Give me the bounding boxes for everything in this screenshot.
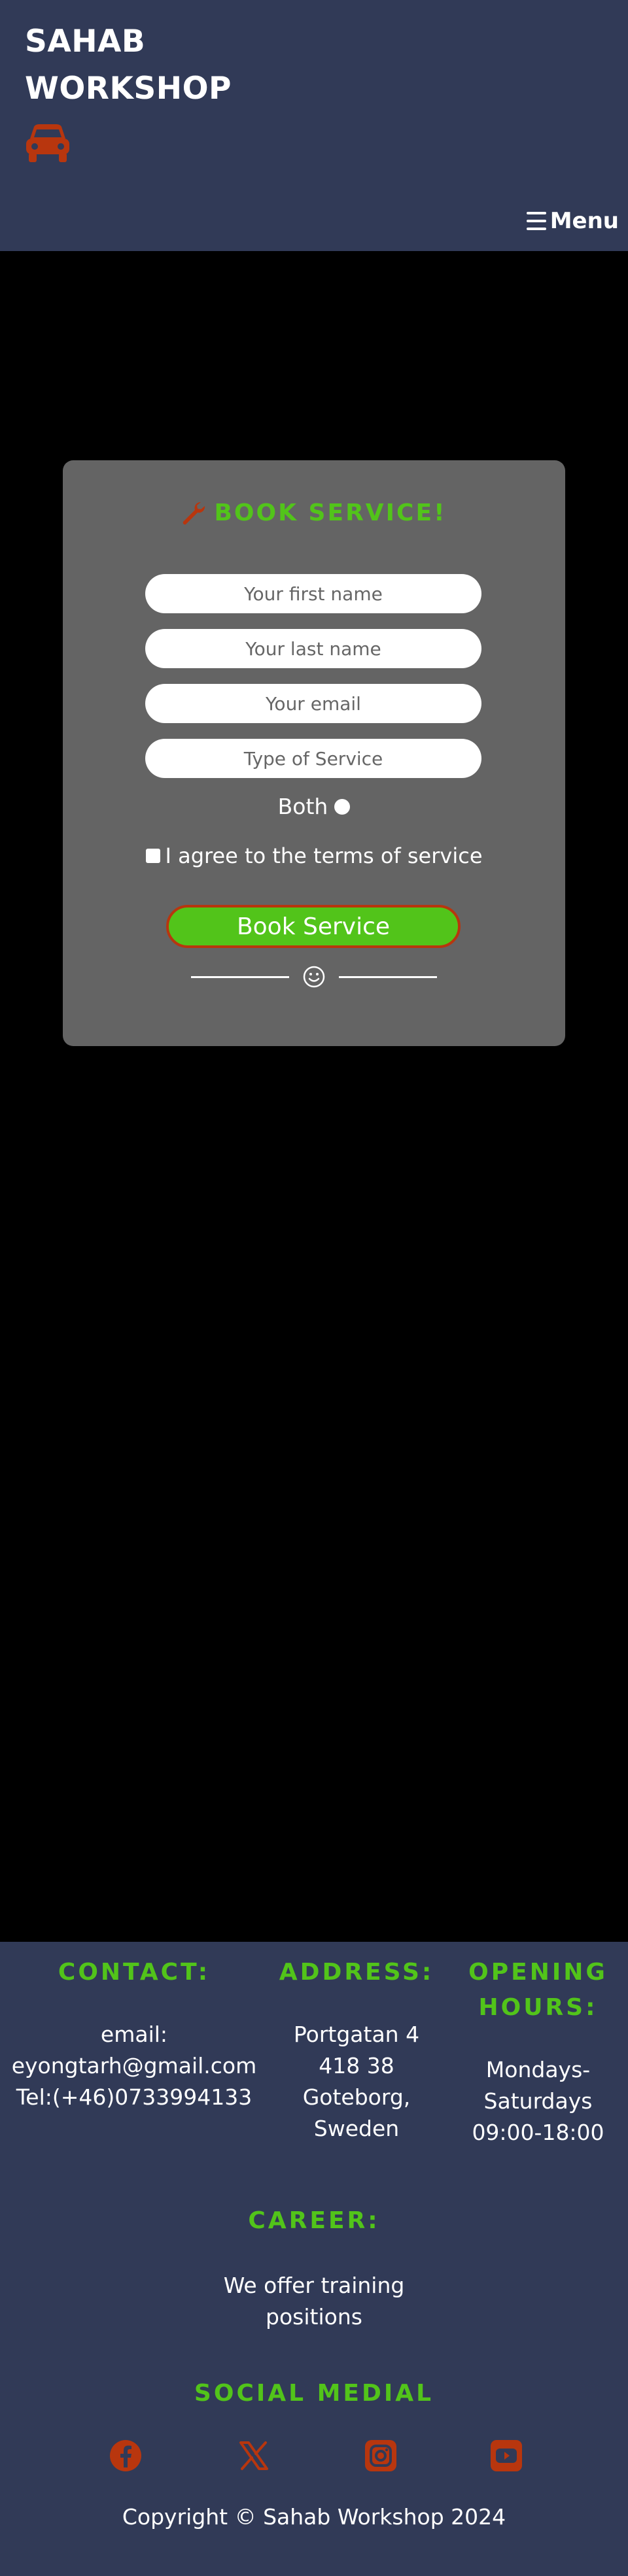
- address-info: Portgatan 4 418 38 Goteborg, Sweden: [275, 2019, 438, 2144]
- terms-checkbox[interactable]: [145, 849, 160, 863]
- address-line-4: Sweden: [313, 2116, 400, 2141]
- booking-title: BOOK SERVICE!: [63, 500, 565, 526]
- hours-line-1: Mondays-: [485, 2057, 591, 2082]
- facebook-icon[interactable]: [109, 2439, 143, 2473]
- service-type-input[interactable]: [145, 739, 481, 778]
- social-heading: SOCIAL MEDIAL: [194, 2380, 434, 2407]
- address-line-3: Goteborg,: [302, 2084, 411, 2110]
- address-heading: ADDRESS:: [279, 1959, 434, 1986]
- both-radio[interactable]: [334, 798, 351, 815]
- youtube-icon[interactable]: [489, 2439, 523, 2473]
- terms-row: I agree to the terms of service: [63, 843, 565, 868]
- contact-heading: CONTACT:: [58, 1959, 211, 1986]
- both-option: Both: [63, 794, 565, 819]
- divider-line-right: [339, 975, 437, 978]
- first-name-input[interactable]: [145, 574, 481, 613]
- form-divider: [63, 965, 565, 989]
- hamburger-icon: [526, 212, 546, 230]
- contact-info: email: eyongtarh@gmail.com Tel:(+46)0733…: [0, 2019, 268, 2113]
- divider-line-left: [191, 975, 289, 978]
- book-service-button[interactable]: Book Service: [166, 905, 461, 948]
- brand-line-2: WORKSHOP: [25, 71, 232, 107]
- contact-email[interactable]: eyongtarh@gmail.com: [0, 2050, 268, 2082]
- site-header: SAHAB WORKSHOP Menu: [0, 0, 628, 251]
- last-name-input[interactable]: [145, 629, 481, 668]
- wrench-icon: [183, 501, 205, 524]
- instagram-icon[interactable]: [364, 2439, 398, 2473]
- copyright: Copyright © Sahab Workshop 2024: [122, 2504, 506, 2530]
- address-line-2: 418 38: [319, 2053, 394, 2078]
- car-icon: [26, 124, 69, 162]
- hours-line-2: Saturdays: [483, 2088, 593, 2114]
- hours-info: Mondays- Saturdays 09:00-18:00: [458, 2054, 618, 2148]
- hours-line-3: 09:00-18:00: [472, 2120, 604, 2145]
- address-line-1: Portgatan 4: [293, 2022, 420, 2047]
- booking-form: BOOK SERVICE! Both I agree to the terms …: [63, 460, 565, 1046]
- career-line-2: positions: [266, 2304, 362, 2330]
- contact-email-label: email:: [100, 2022, 168, 2047]
- hours-heading-line-1: OPENING: [468, 1959, 608, 1986]
- career-info: We offer training positions: [183, 2270, 445, 2333]
- smiley-icon: [303, 966, 325, 988]
- career-line-1: We offer training: [223, 2273, 405, 2298]
- email-input[interactable]: [145, 684, 481, 723]
- menu-label: Menu: [550, 208, 619, 234]
- booking-title-text: BOOK SERVICE!: [214, 500, 447, 526]
- hours-heading: OPENING HOURS:: [458, 1955, 618, 2025]
- brand-line-1: SAHAB: [25, 24, 146, 59]
- both-label: Both: [277, 794, 328, 819]
- hours-heading-line-2: HOURS:: [478, 1994, 598, 2021]
- career-heading: CAREER:: [248, 2207, 380, 2234]
- contact-phone[interactable]: Tel:(+46)0733994133: [0, 2082, 268, 2113]
- x-icon[interactable]: [237, 2439, 271, 2473]
- brand-logo-text[interactable]: SAHAB WORKSHOP: [25, 18, 232, 112]
- terms-label: I agree to the terms of service: [165, 843, 483, 868]
- site-footer: CONTACT: email: eyongtarh@gmail.com Tel:…: [0, 1942, 628, 2576]
- menu-button[interactable]: Menu: [526, 208, 619, 234]
